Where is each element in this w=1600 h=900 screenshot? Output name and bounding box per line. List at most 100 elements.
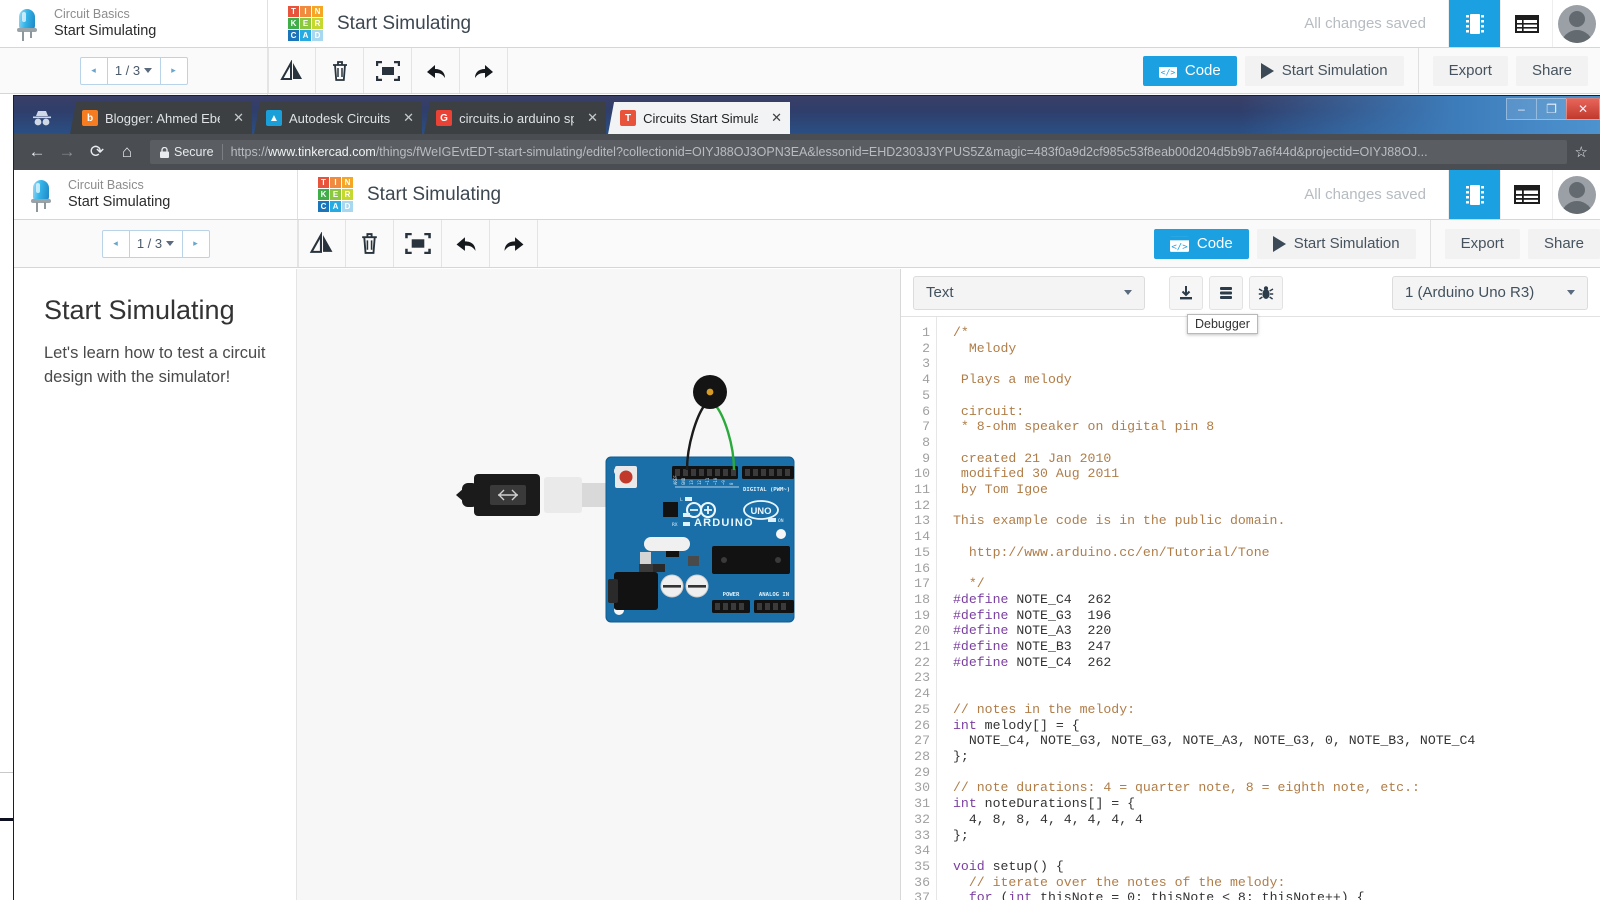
line-number: 8: [922, 434, 930, 450]
lesson-heading: Start Simulating: [44, 295, 235, 325]
window-minimize-button[interactable]: –: [1506, 98, 1536, 120]
line-number: 19: [914, 607, 930, 623]
delete-icon[interactable]: [346, 220, 394, 267]
browser-tab[interactable]: ▲ Autodesk Circuits ✕: [254, 102, 423, 134]
start-simulation-button[interactable]: Start Simulation: [1244, 55, 1404, 86]
forward-icon[interactable]: →: [52, 137, 82, 167]
logo-tile-k: K: [288, 18, 299, 29]
redo-icon[interactable]: [490, 220, 538, 267]
debugger-icon[interactable]: [1249, 275, 1283, 310]
start-simulation-button[interactable]: Start Simulation: [1256, 228, 1416, 259]
undo-icon[interactable]: [442, 220, 490, 267]
pager-next-button[interactable]: ▸: [183, 231, 209, 257]
code-line: modified 30 Aug 2011: [953, 466, 1120, 482]
pager-page-indicator[interactable]: 1 / 3: [106, 57, 161, 84]
security-indicator: Secure: [160, 145, 214, 159]
code-line: #define NOTE_C4 262: [953, 591, 1112, 607]
code-list-icon[interactable]: [1500, 170, 1552, 219]
window-controls: – ❐ ✕: [1506, 98, 1600, 120]
start-simulation-label: Start Simulation: [1281, 62, 1388, 79]
back-icon[interactable]: ←: [22, 137, 52, 167]
code-editor[interactable]: 1 2 3 4 5 6 7 8 9 10 11 12 13 14 15 16 17 18 19 20 21 22 23 24 2…: [901, 317, 1600, 900]
code-button[interactable]: </> Code: [1142, 55, 1237, 86]
code-line: #define NOTE_B3 247: [953, 639, 1112, 655]
code-line: Melody: [953, 340, 1017, 356]
flip-icon[interactable]: [268, 48, 316, 93]
share-button[interactable]: Share: [1527, 228, 1600, 259]
svg-text:13: 13: [689, 480, 694, 485]
chevron-down-icon: [1567, 290, 1575, 295]
svg-text:L: L: [680, 497, 683, 503]
address-bar[interactable]: Secure https://www.tinkercad.com/things/…: [150, 140, 1567, 164]
line-number: 24: [914, 686, 930, 702]
logo-tile-k: K: [318, 189, 329, 200]
code-line: 4, 8, 8, 4, 4, 4, 4, 4: [953, 811, 1143, 827]
pager-label: 1 / 3: [114, 63, 141, 78]
background-lesson-brand[interactable]: Circuit Basics Start Simulating: [0, 0, 268, 47]
code-line: int melody[] = {: [953, 717, 1080, 733]
background-pager: ◂ 1 / 3 ▸: [0, 48, 268, 93]
board-select[interactable]: 1 (Arduino Uno R3): [1392, 275, 1588, 310]
logo-tile-t: T: [318, 177, 329, 188]
tab-label: circuits.io arduino speake: [459, 110, 575, 126]
browser-tab[interactable]: Gcircuits.io arduino speake ✕: [424, 102, 607, 134]
export-button[interactable]: Export: [1432, 55, 1508, 86]
avatar[interactable]: [1552, 170, 1600, 219]
code-list-icon[interactable]: [1500, 0, 1552, 47]
browser-omnibar: ← → ⟳ ⌂ Secure https://www.tinkercad.com…: [14, 134, 1600, 170]
pager-prev-button[interactable]: ◂: [81, 58, 107, 84]
code-line: http://www.arduino.cc/en/Tutorial/Tone: [953, 544, 1270, 560]
tab-close-icon[interactable]: ✕: [397, 110, 414, 126]
tab-close-icon[interactable]: ✕: [765, 110, 782, 126]
components-panel-icon[interactable]: [1448, 170, 1500, 219]
document-title[interactable]: Start Simulating: [367, 184, 501, 206]
line-number: 4: [922, 372, 930, 388]
redo-icon[interactable]: [460, 48, 508, 93]
logo-tile-e: E: [300, 18, 311, 29]
share-button[interactable]: Share: [1515, 55, 1588, 86]
svg-text:~11: ~11: [705, 477, 710, 485]
library-icon[interactable]: [1209, 275, 1243, 310]
pager-page-indicator[interactable]: 1 / 3: [128, 230, 183, 257]
tinkercad-logo[interactable]: TIN KER CAD: [318, 177, 353, 212]
security-label: Secure: [174, 145, 214, 159]
led-icon: [24, 175, 58, 214]
code-button[interactable]: </> Code: [1153, 228, 1249, 259]
pager-prev-button[interactable]: ◂: [103, 231, 129, 257]
window-close-button[interactable]: ✕: [1566, 98, 1600, 120]
home-icon[interactable]: ⌂: [112, 137, 142, 167]
tab-favicon: ▲: [266, 110, 282, 126]
board-select-value: 1 (Arduino Uno R3): [1405, 284, 1535, 301]
window-maximize-button[interactable]: ❐: [1536, 98, 1566, 120]
fit-to-view-icon[interactable]: [364, 48, 412, 93]
pager-label: 1 / 3: [136, 236, 163, 251]
line-number: 12: [914, 497, 930, 513]
browser-tab[interactable]: b Blogger: Ahmed Ebeed C ✕: [70, 102, 252, 134]
code-line: */: [953, 576, 985, 592]
export-button[interactable]: Export: [1444, 228, 1520, 259]
reload-icon[interactable]: ⟳: [82, 137, 112, 167]
share-label: Share: [1531, 62, 1572, 79]
flip-icon[interactable]: [298, 220, 346, 267]
code-mode-select[interactable]: Text: [913, 275, 1145, 310]
download-icon[interactable]: [1169, 275, 1203, 310]
code-text[interactable]: /* Melody Plays a melody circuit: * 8-oh…: [937, 317, 1600, 900]
url-host: www.tinkercad.com: [268, 145, 376, 159]
chevron-down-icon: [144, 68, 153, 73]
tab-close-icon[interactable]: ✕: [227, 110, 244, 126]
pager-next-button[interactable]: ▸: [161, 58, 187, 84]
undo-icon[interactable]: [412, 48, 460, 93]
tab-close-icon[interactable]: ✕: [581, 110, 598, 126]
avatar[interactable]: [1552, 0, 1600, 47]
fit-to-view-icon[interactable]: [394, 220, 442, 267]
arduino-uno-circuit[interactable]: DIGITAL (PWM~) AREF GND 13 12 ~11 ~10 ~9…: [454, 374, 854, 634]
circuit-canvas[interactable]: DIGITAL (PWM~) AREF GND 13 12 ~11 ~10 ~9…: [297, 269, 900, 900]
bookmark-icon[interactable]: ☆: [1575, 143, 1592, 161]
delete-icon[interactable]: [316, 48, 364, 93]
line-number: 37: [914, 890, 930, 900]
components-panel-icon[interactable]: [1448, 0, 1500, 47]
lesson-brand[interactable]: Circuit Basics Start Simulating: [14, 170, 298, 219]
browser-tab[interactable]: T Circuits Start Simulating ✕: [608, 102, 791, 134]
